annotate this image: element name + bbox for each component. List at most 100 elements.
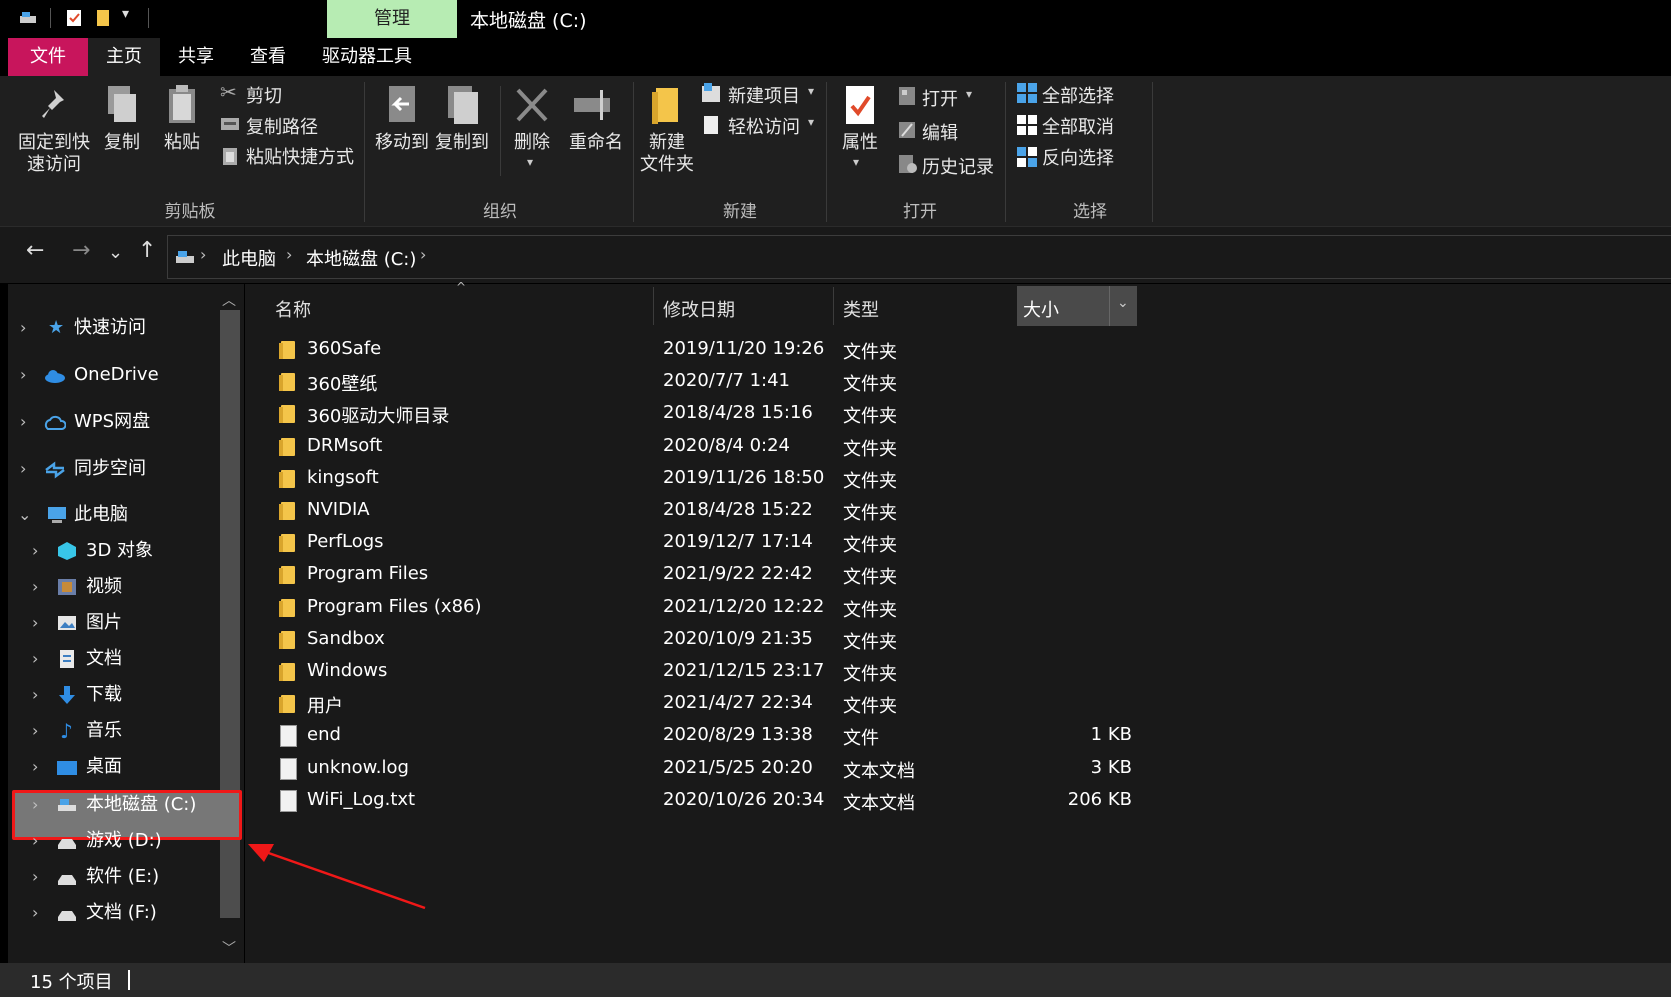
file-name: kingsoft (307, 466, 379, 488)
file-date: 2020/8/29 13:38 (663, 724, 813, 746)
qa-divider (50, 8, 51, 28)
new-folder-label-2: 文件夹 (640, 154, 694, 175)
recent-chevron-icon[interactable]: ⌄ (108, 242, 123, 263)
tab-share[interactable]: 共享 (160, 38, 232, 76)
file-row[interactable]: Program Files (x86) 2021/12/20 12:22 文件夹 (255, 592, 1655, 624)
column-header-type[interactable]: 类型 (843, 296, 879, 322)
scroll-down-icon[interactable]: ﹀ (222, 938, 236, 958)
file-type: 文件夹 (843, 664, 897, 685)
select-all-icon (1017, 83, 1037, 103)
file-row[interactable]: unknow.log 2021/5/25 20:20 文本文档 3 KB (255, 753, 1655, 785)
select-all-label: 全部选择 (1042, 86, 1114, 107)
column-divider[interactable] (653, 287, 654, 325)
column-header-date[interactable]: 修改日期 (663, 296, 735, 322)
tree-label: 音乐 (86, 720, 122, 741)
forward-arrow-icon[interactable]: → (72, 238, 90, 263)
file-row[interactable]: 360Safe 2019/11/20 19:26 文件夹 (255, 334, 1655, 366)
scroll-up-icon[interactable]: ︿ (222, 290, 236, 310)
folder-icon (279, 695, 295, 714)
file-type: 文件 (843, 728, 879, 750)
folder-icon (279, 663, 295, 681)
column-header-size[interactable]: 大小 ⌄ (1017, 286, 1137, 326)
breadcrumb-chevron-icon[interactable]: › (200, 245, 206, 264)
column-header-name[interactable]: 名称 (275, 296, 311, 322)
open-icon (899, 87, 915, 105)
file-row[interactable]: PerfLogs 2019/12/7 17:14 文件夹 (255, 527, 1655, 559)
file-date: 2018/4/28 15:16 (663, 402, 813, 424)
folder-icon (279, 341, 295, 359)
qa-divider (148, 8, 149, 28)
file-name: unknow.log (307, 756, 409, 778)
column-divider[interactable] (833, 287, 834, 325)
chevron-down-icon: ▾ (853, 155, 860, 169)
breadcrumb-chevron-icon[interactable]: › (420, 245, 426, 264)
status-bar (0, 963, 1671, 997)
pin-label-2: 速访问 (27, 154, 81, 175)
file-type: 文件夹 (843, 535, 897, 557)
star-icon: ★ (48, 317, 65, 338)
file-row[interactable]: NVIDIA 2018/4/28 15:22 文件夹 (255, 495, 1655, 527)
tab-file[interactable]: 文件 (8, 38, 88, 76)
breadcrumb-chevron-icon[interactable]: › (286, 245, 292, 264)
file-row[interactable]: Program Files 2021/9/22 22:42 文件夹 (255, 559, 1655, 591)
folder-icon (279, 437, 295, 456)
group-divider (633, 82, 634, 222)
tree-label: 桌面 (86, 756, 122, 777)
group-divider (1152, 82, 1153, 222)
breadcrumb-this-pc[interactable]: 此电脑 (222, 245, 276, 271)
copy-label: 复制 (104, 132, 140, 153)
back-arrow-icon[interactable]: ← (26, 238, 44, 263)
edit-icon (899, 122, 915, 138)
tree-label: WPS网盘 (74, 411, 151, 432)
properties-icon[interactable] (64, 8, 84, 28)
tree-label: OneDrive (74, 364, 159, 385)
chevron-down-icon[interactable]: ⌄ (1117, 295, 1129, 311)
computer-icon (48, 507, 66, 523)
move-to-label: 移动到 (375, 132, 429, 153)
tree-label: 视频 (86, 576, 122, 597)
cube-icon (58, 542, 76, 560)
file-row[interactable]: 360驱动大师目录 2018/4/28 15:16 文件夹 (255, 398, 1655, 430)
up-arrow-icon[interactable]: ↑ (138, 238, 156, 263)
file-type: 文件夹 (843, 406, 897, 428)
file-type: 文件夹 (843, 342, 897, 363)
file-row[interactable]: Windows 2021/12/15 23:17 文件夹 (255, 656, 1655, 688)
tab-home[interactable]: 主页 (88, 38, 160, 76)
cut-label: 剪切 (246, 86, 282, 107)
chevron-down-icon: ▾ (527, 155, 534, 169)
file-size: 3 KB (1090, 756, 1132, 778)
tab-drive-tools[interactable]: 驱动器工具 (306, 38, 428, 76)
file-row[interactable]: Sandbox 2020/10/9 21:35 文件夹 (255, 624, 1655, 656)
tree-label: 图片 (86, 612, 122, 633)
divider (500, 86, 501, 176)
file-row[interactable]: end 2020/8/29 13:38 文件 1 KB (255, 720, 1655, 752)
drive-icon (58, 799, 76, 811)
cloud-icon (45, 370, 65, 383)
new-folder-icon[interactable] (94, 8, 114, 28)
file-row[interactable]: kingsoft 2019/11/26 18:50 文件夹 (255, 463, 1655, 495)
chevron-down-icon: ▾ (808, 84, 815, 98)
tree-label: 本地磁盘 (C:) (86, 794, 197, 815)
file-row[interactable]: WiFi_Log.txt 2020/10/26 20:34 文本文档 206 KB (255, 785, 1655, 817)
file-date: 2019/11/26 18:50 (663, 466, 825, 488)
invert-selection-icon (1017, 147, 1037, 167)
file-name: PerfLogs (307, 531, 384, 553)
easy-access-icon (704, 116, 718, 134)
tree-label: 文档 (F:) (86, 902, 157, 923)
breadcrumb-drive-c[interactable]: 本地磁盘 (C:) (306, 245, 416, 271)
file-row[interactable]: 用户 2021/4/27 22:34 文件夹 (255, 688, 1655, 720)
tab-manage[interactable]: 管理 (327, 0, 457, 38)
tab-view[interactable]: 查看 (232, 38, 304, 76)
folder-icon (279, 566, 295, 585)
download-arrow-icon (59, 686, 75, 704)
chevron-down-icon[interactable]: ▾ (122, 6, 129, 22)
select-none-icon (1017, 115, 1037, 135)
select-group-label: 选择 (1073, 202, 1107, 222)
file-name: Sandbox (307, 627, 385, 649)
drive-icon (176, 251, 194, 263)
group-divider (364, 82, 365, 222)
picture-icon (58, 616, 76, 630)
file-row[interactable]: 360壁纸 2020/7/7 1:41 文件夹 (255, 366, 1655, 398)
file-row[interactable]: DRMsoft 2020/8/4 0:24 文件夹 (255, 431, 1655, 463)
folder-icon (279, 630, 295, 649)
